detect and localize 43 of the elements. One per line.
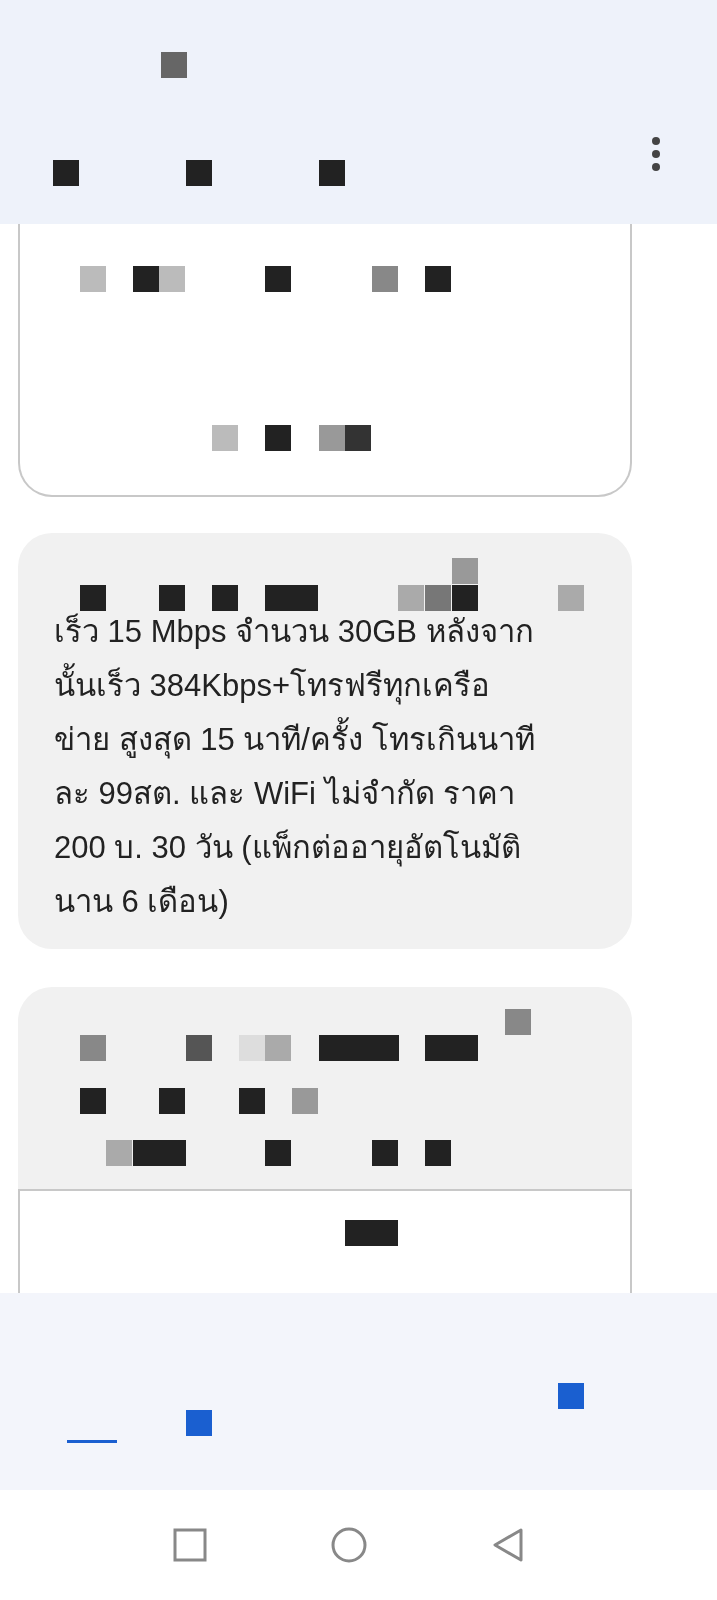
redaction-mark	[265, 1035, 291, 1061]
redaction-mark	[425, 585, 451, 611]
redaction-mark	[452, 585, 478, 611]
redaction-mark	[425, 1035, 478, 1061]
redaction-mark	[133, 266, 159, 292]
redaction-mark	[161, 52, 187, 78]
redaction-mark	[319, 160, 345, 186]
redaction-mark	[239, 1035, 265, 1061]
redaction-mark	[159, 1088, 185, 1114]
redaction-mark	[505, 1009, 531, 1035]
redaction-mark	[186, 1035, 212, 1061]
menu-icon[interactable]	[651, 136, 661, 172]
redaction-mark	[558, 1383, 584, 1409]
recents-icon[interactable]	[171, 1527, 208, 1563]
redaction-mark	[80, 266, 106, 292]
redaction-mark	[452, 558, 478, 584]
redaction-mark	[239, 1088, 265, 1114]
redaction-mark	[345, 425, 371, 451]
redaction-mark	[398, 585, 424, 611]
redaction-mark	[159, 266, 185, 292]
redaction-mark	[265, 585, 318, 611]
redaction-mark	[265, 425, 291, 451]
redaction-mark	[372, 1140, 398, 1166]
redaction-mark	[265, 266, 291, 292]
redaction-mark	[80, 585, 106, 611]
redaction-mark	[212, 425, 238, 451]
redaction-mark	[558, 585, 584, 611]
message-text: เร็ว 15 Mbps จำนวน 30GB หลังจาก นั้นเร็ว 384Kbps+โทรฟรีทุกเครือ ข่าย สูงสุด 15 นาที/ครั้ง โทรเกินนาที ละ 99สต. และ WiFi ไม่จำกัด ราคา 200 บ. 30 วัน (แพ็กต่ออายุอัตโนมัติ นาน 6 เดือน)	[54, 612, 536, 921]
redaction-mark	[53, 160, 79, 186]
home-icon[interactable]	[330, 1527, 367, 1563]
redaction-mark	[319, 425, 345, 451]
redaction-mark	[265, 1140, 291, 1166]
redaction-mark	[372, 266, 398, 292]
redaction-mark	[425, 266, 451, 292]
redaction-mark	[292, 1088, 318, 1114]
redaction-mark	[212, 585, 238, 611]
redaction-mark	[186, 160, 212, 186]
redaction-mark	[80, 1088, 106, 1114]
redaction-mark	[159, 585, 185, 611]
redaction-mark	[425, 1140, 451, 1166]
redaction-mark	[186, 1410, 212, 1436]
redaction-mark	[345, 1220, 398, 1246]
redaction-mark	[80, 1035, 106, 1061]
